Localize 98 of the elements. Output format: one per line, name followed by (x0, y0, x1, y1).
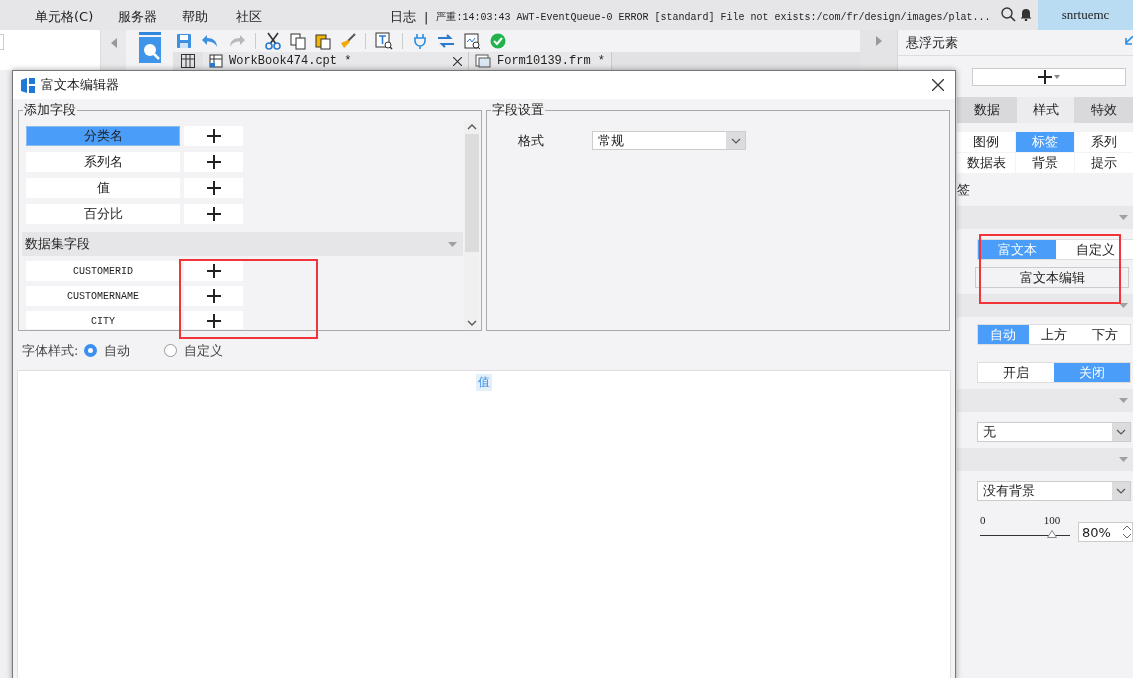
swap-icon[interactable] (437, 34, 455, 48)
sub-tab[interactable]: 系列 (1075, 132, 1133, 152)
add-button[interactable] (184, 178, 243, 198)
plug-icon[interactable] (412, 33, 428, 49)
undo-icon[interactable] (201, 34, 219, 48)
group-title: 字段设置 (491, 102, 545, 118)
log-separator: | (424, 9, 429, 25)
plus-icon (206, 155, 221, 169)
sub-tab[interactable]: 提示 (1075, 153, 1133, 173)
log-message: 严重:14:03:43 AWT-EventQueue-0 ERROR [standard] File not exists:/com/fr/design/images/plat... (436, 10, 991, 24)
paste-icon[interactable] (315, 32, 331, 50)
caret-icon (1119, 215, 1128, 220)
menu-item[interactable]: 单元格(C) (35, 8, 94, 26)
caret-icon (1054, 75, 1060, 79)
panel-title: 悬浮元素 (906, 33, 958, 52)
font-style-label: 字体样式: (22, 341, 79, 360)
format-dropdown[interactable]: 常规 (592, 131, 746, 150)
caret-icon (1119, 303, 1128, 308)
field-item[interactable]: CUSTOMERID (26, 261, 180, 281)
panel-tab[interactable]: 数据 (957, 97, 1017, 123)
close-icon[interactable] (453, 56, 462, 66)
background-dropdown[interactable]: 没有背景 (977, 481, 1131, 501)
sub-tab[interactable]: 背景 (1016, 153, 1074, 173)
opacity-spinner[interactable]: 80% (1078, 522, 1133, 542)
grid-icon[interactable] (181, 54, 195, 68)
add-button[interactable] (184, 126, 243, 146)
save-icon[interactable] (176, 33, 192, 49)
check-icon[interactable] (490, 33, 506, 49)
chevron-down-icon[interactable] (466, 320, 477, 326)
scroll-thumb[interactable] (464, 134, 479, 252)
copy-icon[interactable] (290, 32, 306, 50)
opacity-slider[interactable]: 0 100 (980, 514, 1070, 542)
add-button[interactable] (184, 286, 243, 306)
file-tab[interactable]: Form10139.frm * (469, 52, 613, 70)
form-icon (475, 54, 491, 68)
radio-option[interactable]: 自动 (84, 341, 131, 360)
plus-icon (1038, 70, 1052, 84)
text-search-icon[interactable] (375, 32, 393, 50)
caret-icon (1119, 457, 1128, 462)
radio-option[interactable]: 自定义 (164, 341, 224, 360)
field-item[interactable]: 系列名 (26, 152, 180, 172)
rich-text-edit-button[interactable]: 富文本编辑 (975, 267, 1129, 288)
spin-arrows-icon[interactable] (1122, 523, 1132, 541)
slider-thumb[interactable] (1047, 530, 1057, 538)
chevron-down-icon (1116, 488, 1126, 494)
tick-label: 0 (980, 514, 986, 526)
panel-tab[interactable]: 样式 (1017, 97, 1074, 123)
document-search-icon[interactable] (136, 32, 163, 64)
cut-icon[interactable] (265, 32, 281, 50)
radio-button[interactable] (164, 344, 178, 357)
search-icon[interactable] (1001, 7, 1016, 22)
field-item[interactable]: CITY (26, 311, 180, 329)
chevron-down-icon (730, 137, 741, 144)
field-item[interactable]: 分类名 (26, 126, 180, 146)
radio-button[interactable] (84, 344, 98, 357)
scrollbar[interactable] (464, 121, 479, 329)
preview-icon[interactable] (464, 32, 481, 50)
app-logo-icon (21, 77, 35, 93)
field-tag: 值 (476, 374, 492, 391)
menu-item[interactable]: 帮助 (182, 8, 208, 26)
menu-item[interactable]: 服务器 (118, 8, 157, 26)
sub-tab[interactable]: 图例 (957, 132, 1015, 152)
tick-label: 100 (1043, 514, 1061, 526)
border-dropdown[interactable]: 无 (977, 422, 1131, 442)
plus-icon (206, 181, 221, 195)
panel-tab[interactable]: 特效 (1074, 97, 1133, 123)
user-name[interactable]: snrtuemc (1038, 0, 1133, 30)
plus-icon (206, 129, 221, 143)
file-tab[interactable]: WorkBook474.cpt * (203, 52, 469, 70)
plus-icon (206, 289, 221, 303)
add-button[interactable] (184, 261, 243, 281)
bell-icon[interactable] (1020, 7, 1032, 21)
plus-icon (206, 207, 221, 221)
dialog-title: 富文本编辑器 (41, 76, 119, 94)
brush-icon[interactable] (340, 33, 356, 49)
section-header[interactable]: 数据集字段 (22, 232, 463, 256)
arrow-icon[interactable] (1125, 36, 1133, 45)
sub-tab[interactable]: 数据表 (957, 153, 1015, 173)
chevron-up-icon[interactable] (466, 124, 477, 130)
section-label: 签 (957, 182, 970, 197)
menu-item[interactable]: 社区 (236, 8, 262, 26)
add-button[interactable] (184, 204, 243, 224)
field-item[interactable]: 值 (26, 178, 180, 198)
caret-icon (448, 241, 457, 247)
add-button[interactable] (184, 152, 243, 172)
format-label: 格式 (518, 131, 545, 150)
caret-icon (1119, 398, 1128, 403)
field-item[interactable]: CUSTOMERNAME (26, 286, 180, 306)
add-button[interactable] (184, 311, 243, 329)
plus-icon (206, 264, 221, 278)
field-item[interactable]: 百分比 (26, 204, 180, 224)
group-title: 添加字段 (23, 102, 77, 118)
sheet-icon (209, 54, 223, 68)
close-icon[interactable] (932, 79, 944, 91)
chevron-down-icon (1116, 429, 1126, 435)
log-label[interactable]: 日志 (390, 8, 416, 26)
plus-icon (206, 314, 221, 328)
section-header[interactable] (957, 294, 1133, 317)
